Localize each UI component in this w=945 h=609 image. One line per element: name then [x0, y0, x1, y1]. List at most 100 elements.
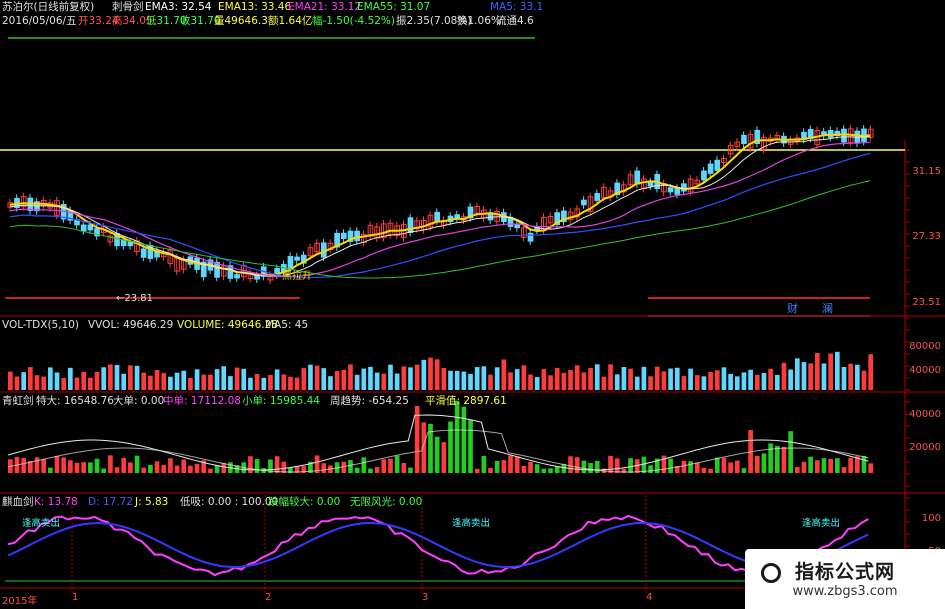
- flow-bar: [101, 468, 107, 473]
- kdj-tiefu: 跌幅较大: 0.00: [268, 496, 341, 508]
- flow-bar: [41, 459, 47, 473]
- flow-bar: [681, 460, 687, 473]
- volume-bar: [701, 376, 707, 390]
- flow-bar: [514, 456, 520, 473]
- flow-bar: [608, 455, 613, 473]
- volume-bar: [228, 376, 233, 390]
- flow-bar: [94, 458, 100, 473]
- flow-bar: [34, 457, 40, 473]
- flow-bar: [781, 446, 787, 473]
- flow-bar: [788, 431, 793, 473]
- info-volume: 量49646.3: [214, 15, 268, 27]
- flow-bar: [154, 461, 160, 473]
- kdj-dizhi: 低吸: 0.00 : 100.00: [180, 496, 279, 508]
- money-flow-bars: [7, 400, 873, 473]
- flow-bar: [834, 458, 840, 473]
- candle-body: [841, 128, 847, 143]
- flow-bar: [548, 468, 553, 473]
- flow-tedadan: 特大: 16548.76: [36, 395, 114, 407]
- volume-bar: [861, 370, 867, 390]
- kdj-lines: [7, 514, 869, 577]
- ma-line: [9, 136, 871, 278]
- volume-bar: [688, 368, 693, 390]
- low-price-marker: ←23.81: [116, 293, 154, 304]
- signal-label: 黑拉升: [282, 271, 312, 282]
- flow-bar: [474, 468, 480, 473]
- flow-bar: [574, 457, 580, 473]
- flow-bar: [74, 462, 80, 473]
- flow-bar: [348, 459, 353, 473]
- vol-ma5-value: MA5: 45: [265, 319, 309, 331]
- kdj-title[interactable]: 麒血剑: [2, 496, 34, 509]
- volume-bar: [668, 368, 673, 390]
- ema3-value: EMA3: 32.54: [145, 1, 212, 13]
- ma-line: [9, 180, 871, 279]
- flow-bar: [861, 455, 867, 473]
- price-label-mid: 27.33: [912, 231, 941, 242]
- volume-bar: [34, 375, 40, 390]
- flow-title[interactable]: 青虹剑: [2, 395, 34, 408]
- volume-bar: [721, 367, 727, 390]
- flow-bar: [61, 457, 67, 473]
- candle-body: [454, 214, 461, 219]
- flow-bar: [714, 457, 720, 473]
- vol-title[interactable]: VOL-TDX(5,10): [2, 319, 79, 332]
- kdj-d-line: [7, 521, 869, 569]
- volume-bar: [381, 373, 387, 390]
- flow-bar: [121, 457, 127, 473]
- volume-bar: [21, 372, 27, 390]
- volume-bar: [488, 374, 493, 390]
- kdj-axis-high: 100: [921, 513, 941, 524]
- kdj-j: J: 5.83: [135, 496, 169, 508]
- x-month-1: 1: [72, 592, 79, 603]
- flow-bar: [754, 455, 760, 473]
- flow-bar: [614, 458, 620, 473]
- volume-bar: [868, 354, 873, 390]
- candle-body: [634, 170, 641, 185]
- flow-bar: [821, 458, 827, 473]
- candle-body: [707, 163, 714, 174]
- flow-bar: [868, 463, 873, 473]
- volume-bar: [174, 372, 180, 390]
- vol-axis-low: 40000: [909, 365, 941, 376]
- volume-bar: [361, 368, 367, 390]
- flow-bar: [741, 468, 747, 473]
- flow-bar: [161, 465, 167, 473]
- flow-bar: [54, 456, 60, 473]
- flow-bar: [394, 455, 400, 473]
- volume-bar: [648, 376, 653, 390]
- volume-bar: [154, 369, 160, 390]
- info-date: 2016/05/06/五: [2, 15, 77, 27]
- volume-bar: [421, 359, 427, 390]
- volume-bar: [281, 374, 287, 390]
- flow-dadan: 大单: 0.00: [113, 395, 165, 407]
- volume-bar: [61, 377, 67, 390]
- volume-bar: [554, 368, 560, 390]
- volume-bar: [114, 364, 120, 390]
- flow-pinghua: 平滑值: 2897.61: [425, 395, 507, 407]
- flow-xiaodan: 小单: 15985.44: [242, 395, 320, 407]
- flow-bar: [134, 455, 140, 473]
- volume-bar: [574, 365, 580, 390]
- volume-bar: [728, 373, 733, 390]
- flow-bar: [648, 465, 653, 473]
- volume-bar: [841, 366, 847, 390]
- volume-bar: [401, 366, 407, 390]
- volume-bar: [28, 367, 33, 390]
- volume-bar: [508, 372, 513, 390]
- volume-bar: [88, 377, 93, 390]
- candle-body: [594, 193, 601, 201]
- flow-bar: [468, 420, 473, 473]
- vol-axis-high: 80000: [909, 341, 941, 352]
- candle-body: [741, 134, 747, 145]
- volume-bar: [368, 366, 373, 390]
- flow-bar: [721, 457, 727, 473]
- indicator-name[interactable]: 刺骨剑: [112, 1, 144, 14]
- flow-bar: [761, 453, 767, 473]
- site-watermark: 指标公式网 www.zbgs3.com: [745, 549, 945, 609]
- flow-bar: [848, 457, 853, 473]
- volume-bar: [474, 367, 480, 390]
- volume-bar: [208, 374, 213, 390]
- info-amount: 额1.64亿: [268, 15, 313, 27]
- kdj-signal-3: 逢高卖出: [802, 518, 841, 529]
